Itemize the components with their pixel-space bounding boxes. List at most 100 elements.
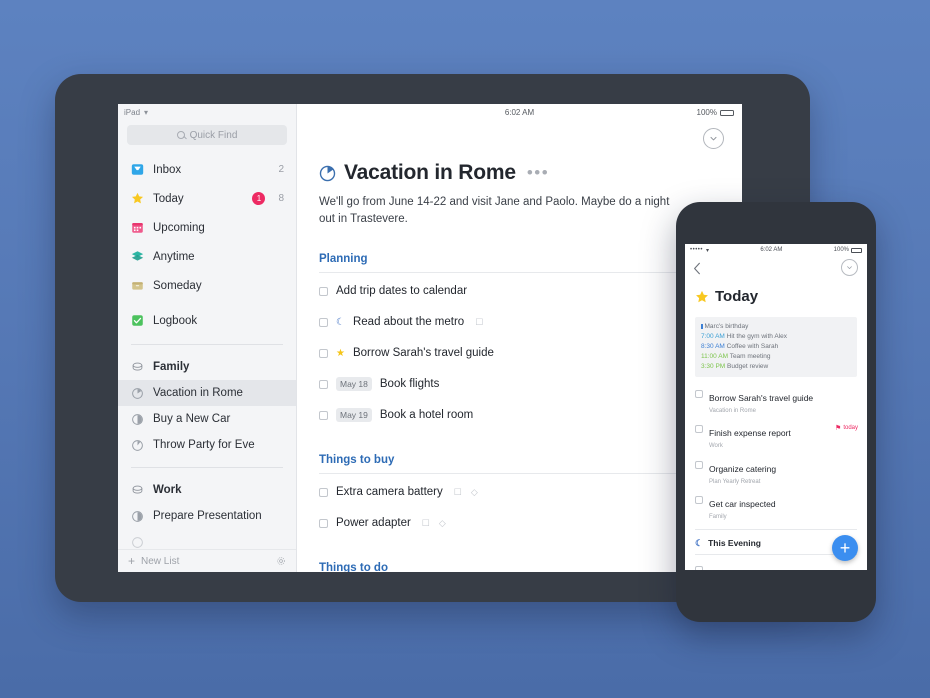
gear-icon[interactable] — [276, 556, 286, 566]
ellipsis-icon[interactable]: ••• — [527, 164, 549, 181]
sidebar-project-vacation-in-rome[interactable]: Vacation in Rome — [118, 380, 296, 406]
search-input[interactable]: Quick Find — [127, 125, 287, 145]
project-label: Vacation in Rome — [153, 387, 243, 399]
list-item-text: Organize catering Plan Yearly Retreat — [709, 459, 776, 486]
todo-title: Organize catering — [709, 463, 777, 474]
progress-pie-icon — [319, 165, 336, 181]
project-notes[interactable]: We'll go from June 14-22 and visit Jane … — [319, 194, 674, 227]
calendar-event: Marc's birthday — [701, 322, 851, 332]
checkbox[interactable] — [319, 286, 328, 296]
box-icon — [132, 282, 143, 290]
sidebar-project-buy-a-new-car[interactable]: Buy a New Car — [118, 406, 296, 432]
checkbox[interactable] — [319, 379, 328, 389]
calendar-event-text: Team meeting — [729, 353, 771, 361]
iphone-navbar — [685, 256, 867, 282]
calendar-event-time: 7:00 AM — [701, 333, 725, 341]
list-item-text: Book a hotel room Vacation in Rome — [709, 564, 778, 570]
todo-title: Borrow Sarah's travel guide — [352, 347, 494, 360]
progress-pie-icon — [132, 510, 143, 522]
plus-icon: + — [128, 554, 136, 568]
sidebar-project-throw-party-for-eve[interactable]: Throw Party for Eve — [118, 432, 296, 458]
iphone-screen: ••••• ▾ 6:02 AM 100% Today Marc's birthd… — [685, 244, 867, 570]
area-icon — [132, 362, 143, 371]
status-time: 6:02 AM — [760, 247, 783, 253]
sidebar-item-logbook[interactable]: Logbook — [118, 306, 296, 335]
tag-icon: ◇ — [470, 486, 478, 497]
divider — [131, 344, 283, 345]
checkbox[interactable] — [319, 410, 328, 420]
new-list-bar[interactable]: + New List — [118, 549, 296, 572]
sidebar-item-today[interactable]: Today 1 8 — [118, 184, 296, 213]
list-item-text: Borrow Sarah's travel guide Vacation in … — [709, 388, 813, 415]
list-item[interactable]: Borrow Sarah's travel guide Vacation in … — [685, 383, 867, 418]
allday-bar-icon — [701, 323, 703, 329]
section-heading-planning: Planning — [319, 253, 689, 274]
moon-icon: ☾ — [336, 316, 345, 328]
group-label: Family — [153, 361, 190, 373]
iphone-page-title-row: Today — [685, 282, 867, 305]
calendar-event-text: Coffee with Sarah — [726, 343, 779, 351]
checkbox[interactable] — [319, 487, 328, 497]
todo-title: Finish expense report — [709, 428, 791, 439]
checkbox[interactable] — [319, 518, 328, 528]
section-heading-label: This Evening — [708, 538, 761, 549]
calendar-events-block[interactable]: Marc's birthday 7:00 AM Hit the gym with… — [695, 317, 857, 378]
list-item-text: Finish expense report Work — [709, 423, 791, 450]
todo-project: Family — [709, 513, 727, 520]
checkbox[interactable] — [319, 317, 328, 327]
sidebar-item-someday[interactable]: Someday — [118, 271, 296, 300]
sidebar-item-inbox[interactable]: Inbox 2 — [118, 155, 296, 184]
battery-icon — [720, 109, 734, 116]
sidebar-item-count: 8 — [278, 193, 284, 204]
sidebar-group-work[interactable]: Work — [118, 477, 296, 503]
flag-label: today — [843, 425, 858, 432]
list-item[interactable]: Get car inspected Family — [685, 489, 867, 524]
calendar-icon — [132, 223, 143, 233]
chevron-down-icon — [847, 266, 852, 269]
checkbox[interactable] — [695, 425, 703, 434]
battery-percent: 100% — [696, 108, 717, 117]
todo-title: Power adapter — [336, 517, 411, 530]
checkbox[interactable] — [695, 565, 703, 570]
todo-title: Book flights — [379, 378, 440, 391]
collapse-button[interactable] — [841, 259, 858, 276]
checkbox[interactable] — [695, 495, 703, 504]
ipad-status-bar: 6:02 AM 100% — [297, 104, 742, 121]
list-item[interactable]: Finish expense report Work ⚑ today — [685, 418, 867, 453]
sidebar-item-label: Anytime — [153, 250, 195, 263]
todo-project: Work — [709, 443, 723, 450]
iphone-status-bar: ••••• ▾ 6:02 AM 100% — [685, 244, 867, 256]
checkbox[interactable] — [695, 460, 703, 469]
list-item[interactable]: Book a hotel room Vacation in Rome — [685, 559, 867, 570]
signal-dots: ••••• — [690, 247, 704, 253]
sidebar-project-prepare-presentation[interactable]: Prepare Presentation — [118, 503, 296, 529]
status-time: 6:02 AM — [504, 108, 535, 117]
note-icon: ☐ — [475, 316, 484, 327]
sidebar-item-label: Inbox — [153, 163, 182, 176]
device-name: iPad — [124, 108, 141, 117]
search-icon — [176, 131, 185, 139]
chevron-left-icon[interactable] — [693, 262, 701, 275]
sidebar-item-anytime[interactable]: Anytime — [118, 242, 296, 271]
calendar-event: 11:00 AM Team meeting — [701, 352, 851, 362]
checkbox[interactable] — [319, 348, 328, 358]
quick-find-wrap: Quick Find — [118, 121, 296, 155]
star-icon — [696, 290, 708, 302]
checkbox[interactable] — [695, 390, 703, 399]
sidebar-group-family[interactable]: Family — [118, 354, 296, 380]
sidebar-item-upcoming[interactable]: Upcoming — [118, 213, 296, 242]
progress-pie-icon — [132, 536, 143, 548]
page-title-row: Vacation in Rome ••• — [319, 161, 742, 185]
new-list-label: New List — [141, 555, 180, 567]
collapse-button[interactable] — [703, 128, 724, 149]
divider — [131, 467, 283, 468]
calendar-event: 8:30 AM Coffee with Sarah — [701, 342, 851, 352]
plus-icon: + — [839, 538, 851, 558]
calendar-event-text: Hit the gym with Alex — [726, 333, 787, 341]
list-item[interactable]: Organize catering Plan Yearly Retreat — [685, 454, 867, 489]
ipad-screen: iPad ▾ Quick Find Inbox 2 Today 1 8 Upco… — [118, 104, 742, 572]
sidebar-item-label: Upcoming — [153, 221, 205, 234]
inbox-icon — [131, 164, 144, 175]
add-task-button[interactable]: + — [832, 535, 858, 561]
status-badge: 1 — [252, 192, 266, 205]
